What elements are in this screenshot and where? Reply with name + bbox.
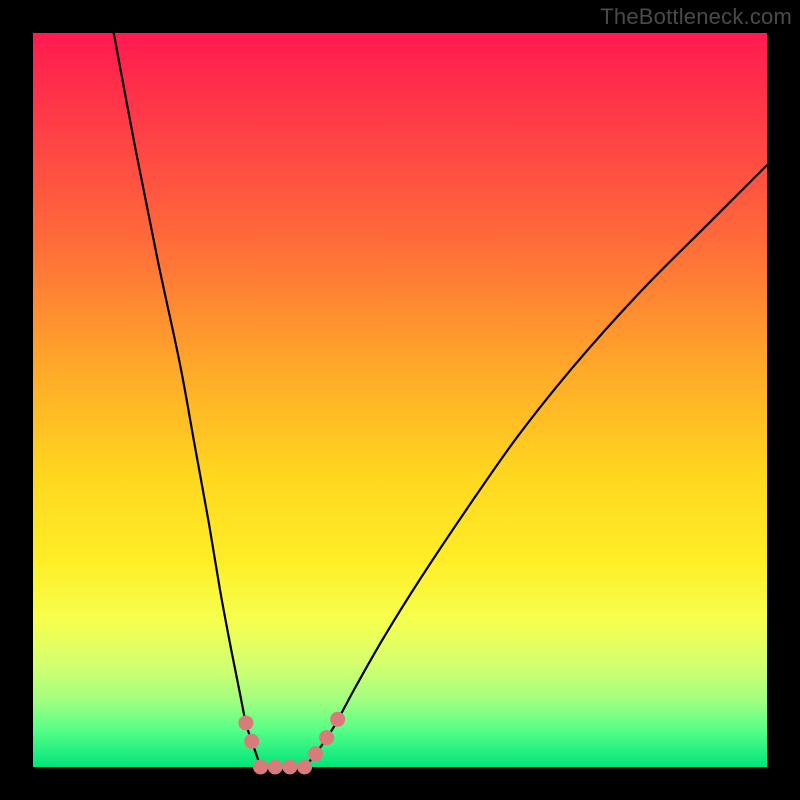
data-marker: [244, 734, 259, 749]
data-marker: [330, 712, 345, 727]
marker-group: [238, 712, 345, 775]
data-marker: [282, 760, 297, 775]
data-marker: [253, 760, 268, 775]
curve-layer: [33, 33, 767, 767]
attribution-label: TheBottleneck.com: [600, 4, 792, 30]
chart-stage: TheBottleneck.com: [0, 0, 800, 800]
data-marker: [319, 730, 334, 745]
data-marker: [297, 760, 312, 775]
right-curve: [305, 165, 767, 767]
data-marker: [238, 715, 253, 730]
data-marker: [268, 760, 283, 775]
plot-area: [33, 33, 767, 767]
data-marker: [308, 746, 323, 761]
left-curve: [114, 33, 261, 767]
